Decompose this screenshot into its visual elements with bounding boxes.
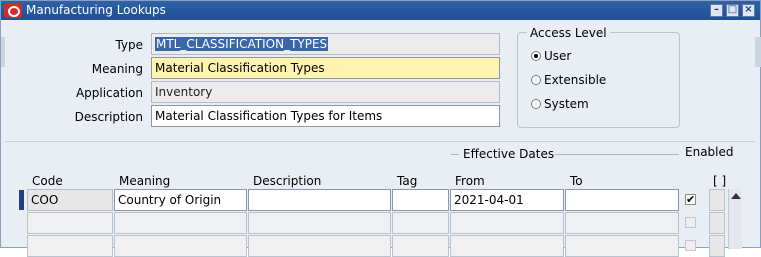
access-extensible-radio[interactable] [531,75,541,85]
row-3-tag[interactable] [392,235,449,257]
to-header: To [570,174,583,188]
row-3-code[interactable] [27,235,113,257]
oracle-icon [4,3,22,18]
minimize-icon[interactable]: – [710,4,723,17]
title-bar[interactable]: Manufacturing Lookups – □ × [1,1,760,20]
row-2-to-date[interactable] [565,212,679,234]
row-1-flexfield[interactable] [709,189,725,211]
row-3-meaning[interactable] [114,235,247,257]
row-3-to-date[interactable] [565,235,679,257]
row-2-tag[interactable] [392,212,449,234]
left-edge [1,37,5,67]
access-extensible-label[interactable]: Extensible [544,73,606,87]
current-row-indicator [19,190,24,210]
type-value: MTL_CLASSIFICATION_TYPES [155,37,329,51]
window-title: Manufacturing Lookups [26,3,166,17]
access-user-radio[interactable] [531,51,541,61]
effective-dates-rule-right [555,154,679,155]
description-label: Description [74,110,143,124]
maximize-icon[interactable]: □ [726,4,739,17]
row-1-enabled-checkbox[interactable]: ✔ [685,194,696,205]
row-2-code[interactable] [27,212,113,234]
access-system-label[interactable]: System [544,97,589,111]
row-3-flexfield[interactable] [709,235,725,257]
meaning-label: Meaning [91,62,143,76]
effective-dates-rule-left [451,154,459,155]
application-field[interactable]: Inventory [151,81,500,103]
row-3-from-date[interactable] [450,235,564,257]
type-field[interactable]: MTL_CLASSIFICATION_TYPES [151,33,500,55]
section-divider [5,141,755,142]
row-2-flexfield[interactable] [709,212,725,234]
row-2-enabled-checkbox[interactable] [685,217,696,228]
type-label: Type [115,38,143,52]
meaning-header: Meaning [119,174,171,188]
row-1-code[interactable]: COO [27,189,113,211]
row-3-enabled-checkbox[interactable] [685,240,696,251]
from-header: From [455,174,485,188]
description-header: Description [253,174,322,188]
access-user-label[interactable]: User [544,49,571,63]
row-2-description[interactable] [248,212,391,234]
row-1-to-date[interactable] [565,189,679,211]
row-3-description[interactable] [248,235,391,257]
access-system-radio[interactable] [531,99,541,109]
flexfield-header: [ ] [713,174,727,188]
right-edge [755,37,761,67]
row-1-tag[interactable] [392,189,449,211]
lines-scrollbar[interactable] [728,189,742,249]
meaning-field[interactable]: Material Classification Types [151,57,500,79]
tag-header: Tag [397,174,418,188]
effective-dates-label: Effective Dates [463,147,555,161]
scroll-up-icon[interactable] [731,193,741,199]
manufacturing-lookups-window: Manufacturing Lookups – □ × Type MTL_CLA… [0,0,761,257]
description-field[interactable]: Material Classification Types for Items [151,105,500,127]
enabled-header: Enabled [685,145,734,159]
row-1-from-date[interactable]: 2021-04-01 [450,189,564,211]
access-level-title: Access Level [527,26,610,40]
close-icon[interactable]: × [742,4,755,17]
row-2-from-date[interactable] [450,212,564,234]
code-header: Code [32,174,63,188]
row-2-meaning[interactable] [114,212,247,234]
row-1-description[interactable] [248,189,391,211]
application-label: Application [75,86,143,100]
row-1-meaning[interactable]: Country of Origin [114,189,247,211]
